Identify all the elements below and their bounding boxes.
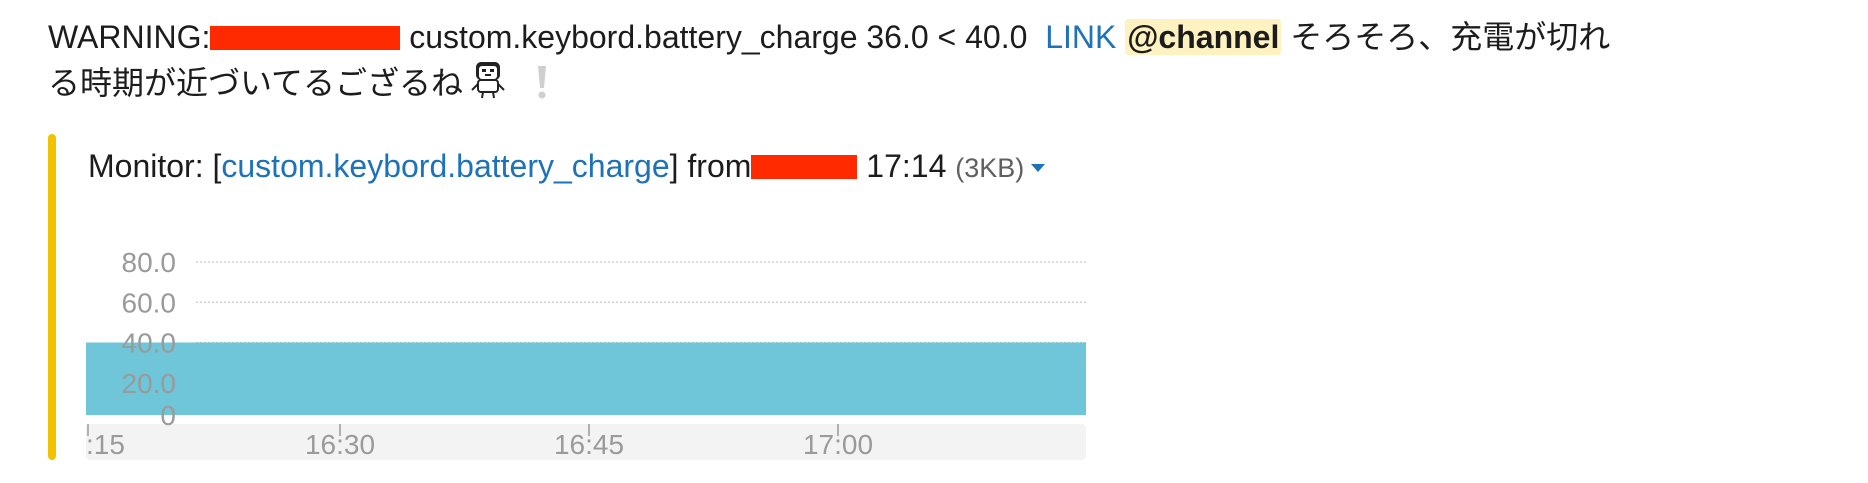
area-series: [86, 342, 1086, 415]
y-tick-label: 20.0: [122, 368, 177, 399]
grey-exclamation-icon[interactable]: [535, 64, 549, 112]
x-tick-label: 16:45: [554, 429, 624, 460]
message-line-1: WARNING: custom.keybord.battery_charge 3…: [48, 14, 1838, 60]
redacted-host: [210, 26, 401, 50]
warning-prefix: WARNING:: [48, 19, 211, 55]
attachment-accent-bar: [48, 134, 56, 460]
redacted-source: [751, 155, 858, 179]
attachment-time: 17:14: [866, 148, 947, 184]
battery-chart[interactable]: 80.0 60.0 40.0 20.00 :15 16:30 16:45 17:00: [86, 228, 1086, 460]
y-tick-label: 80.0: [122, 247, 177, 278]
monitor-metric-link[interactable]: custom.keybord.battery_charge: [221, 148, 669, 184]
x-tick-label: 17:00: [803, 429, 873, 460]
attachment-size: (3KB): [955, 153, 1025, 183]
x-tick-label: 16:30: [305, 429, 375, 460]
character-emoji-icon[interactable]: [469, 60, 507, 112]
title-mid: ] from: [669, 148, 752, 184]
channel-mention[interactable]: @channel: [1125, 19, 1282, 55]
y-tick-label: 60.0: [122, 287, 177, 318]
message-line2-text: る時期が近づいてるござるね: [48, 65, 464, 101]
message-line-2: る時期が近づいてるござるね: [48, 60, 1838, 106]
message-body: WARNING: custom.keybord.battery_charge 3…: [48, 14, 1838, 106]
y-tick-label: 40.0: [122, 328, 177, 359]
message-tail-text: そろそろ、充電が切れ: [1290, 19, 1611, 55]
y-tick-label: 0: [160, 400, 176, 431]
monitor-attachment: Monitor: [custom.keybord.battery_charge]…: [48, 134, 1148, 460]
alert-link[interactable]: LINK: [1045, 19, 1116, 55]
title-prefix: Monitor: [: [88, 148, 222, 184]
metric-text: custom.keybord.battery_charge 36.0 < 40.…: [409, 19, 1028, 55]
x-tick-label: :15: [86, 429, 125, 460]
caret-down-icon[interactable]: [1030, 142, 1046, 182]
attachment-title: Monitor: [custom.keybord.battery_charge]…: [88, 142, 1046, 188]
battery-area: [86, 342, 1086, 415]
